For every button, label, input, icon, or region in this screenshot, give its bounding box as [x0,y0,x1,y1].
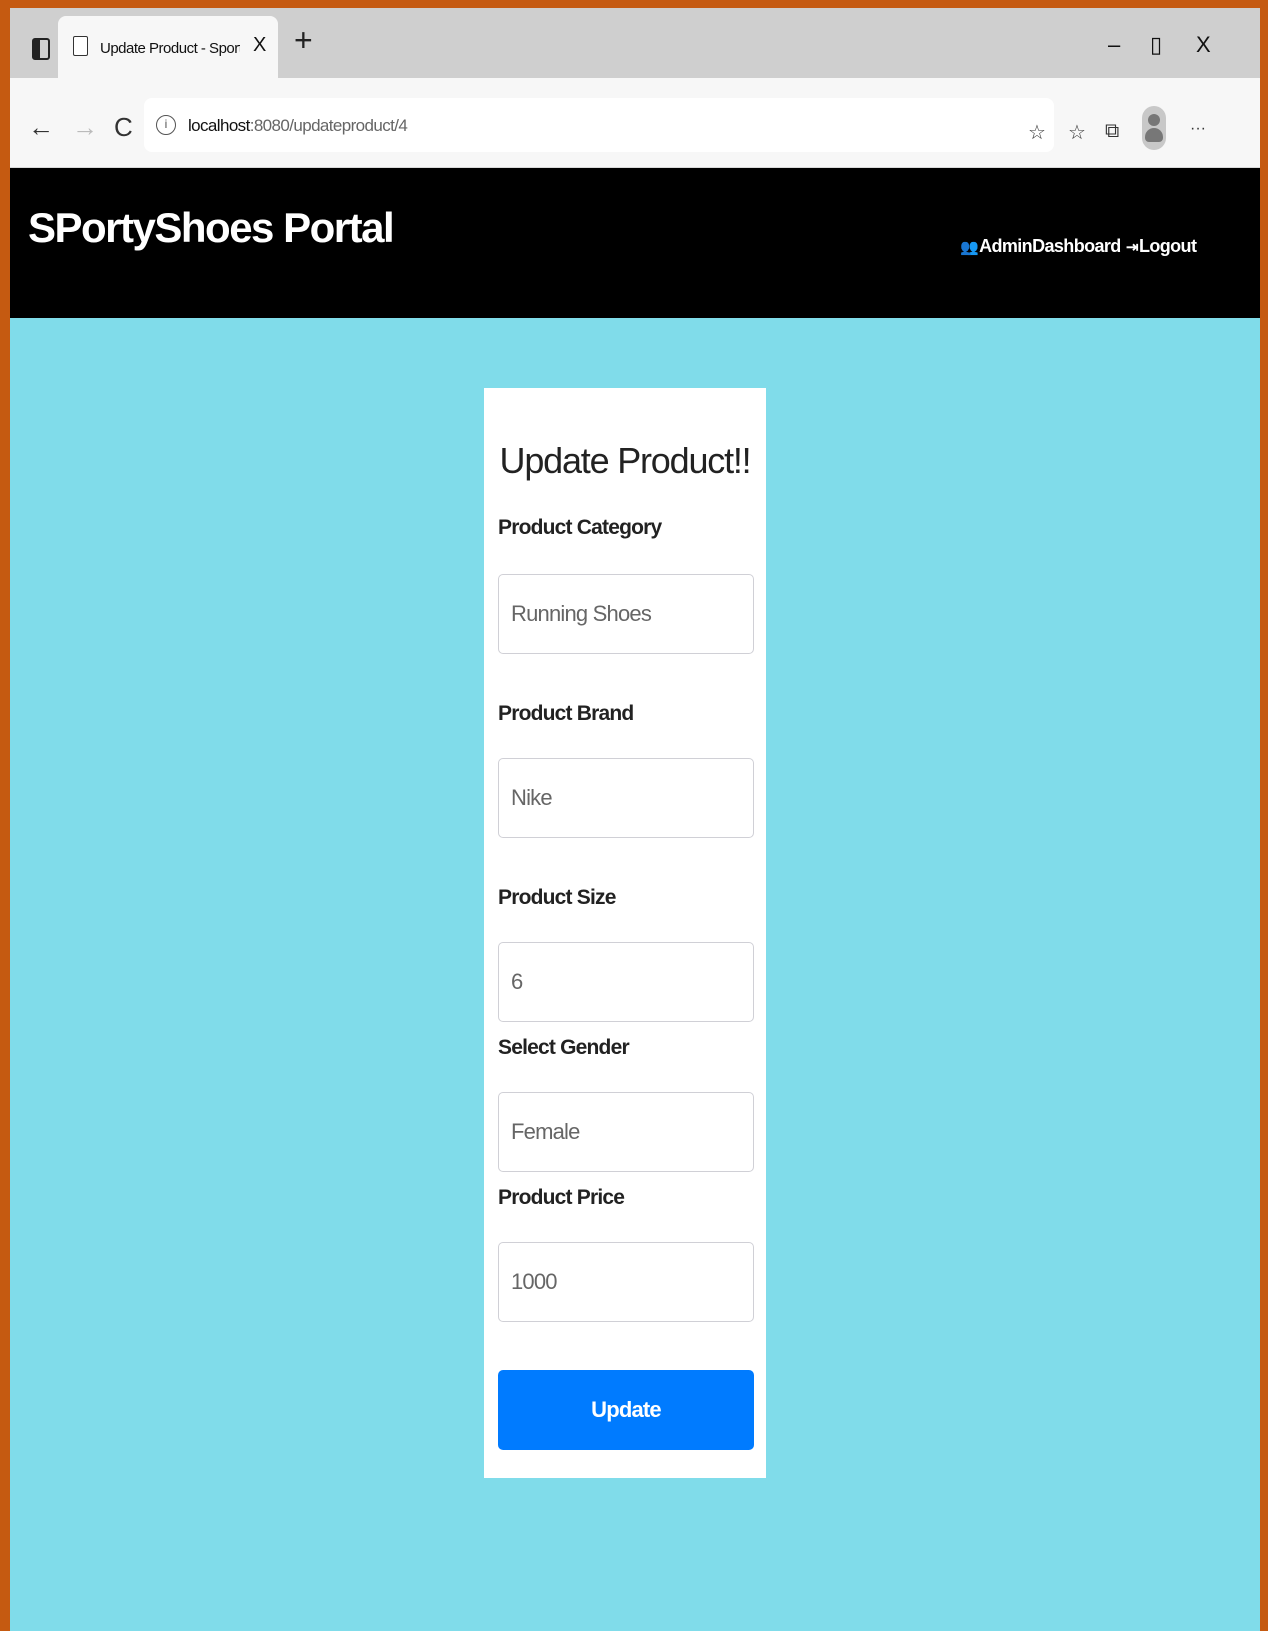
size-label: Product Size [498,886,616,909]
price-input[interactable] [498,1242,754,1322]
browser-tab[interactable]: Update Product - SportyShoes.co X [58,16,278,78]
restore-icon[interactable]: ▯ [1150,32,1162,58]
logout-link[interactable]: ⇥Logout [1126,236,1197,257]
admin-dashboard-label: AdminDashboard [979,236,1121,256]
tab-close-icon[interactable]: X [253,34,266,57]
more-icon[interactable]: ··· [1190,120,1206,138]
price-label: Product Price [498,1186,625,1209]
minimize-icon[interactable]: – [1108,32,1120,58]
tab-actions-icon[interactable] [32,38,50,60]
site-info-icon[interactable]: i [156,115,176,135]
update-product-card: Update Product!! Product Category Produc… [484,388,766,1478]
forward-icon[interactable]: → [72,112,98,143]
brand-title[interactable]: SPortyShoes Portal [28,204,395,252]
category-input[interactable] [498,574,754,654]
collections-icon[interactable]: ⧉ [1105,120,1119,143]
reload-icon[interactable]: C [114,112,133,143]
new-tab-icon[interactable]: + [294,22,313,59]
browser-toolbar: ← → C i localhost:8080/updateproduct/4 ☆… [10,78,1260,168]
size-input[interactable] [498,942,754,1022]
url-path: :8080/updateproduct/4 [249,116,408,135]
brand-input[interactable] [498,758,754,838]
url-text: localhost:8080/updateproduct/4 [188,116,408,136]
profile-avatar[interactable] [1142,106,1166,150]
users-icon: 👥 [960,239,979,256]
app-navbar: SPortyShoes Portal 👥AdminDashboard ⇥Logo… [10,168,1260,318]
window-close-icon[interactable]: X [1196,32,1211,58]
form-heading: Update Product!! [499,440,752,481]
gender-label: Select Gender [498,1036,630,1059]
tab-strip: Update Product - SportyShoes.co X + – ▯ … [10,8,1260,78]
add-favorite-icon[interactable]: ☆ [1028,120,1046,145]
url-host: localhost [188,116,250,135]
tab-title: Update Product - SportyShoes.co [100,40,240,57]
browser-window: Update Product - SportyShoes.co X + – ▯ … [10,8,1260,1631]
logout-label: Logout [1138,236,1197,256]
update-button[interactable]: Update [498,1370,754,1450]
gender-input[interactable] [498,1092,754,1172]
back-icon[interactable]: ← [28,112,54,143]
brand-label: Product Brand [498,702,634,725]
address-bar[interactable]: i localhost:8080/updateproduct/4 [144,98,1054,152]
favorites-icon[interactable]: ☆ [1068,120,1086,145]
logout-icon: ⇥ [1126,239,1139,256]
category-label: Product Category [498,516,662,539]
page-icon [73,36,88,56]
admin-dashboard-link[interactable]: 👥AdminDashboard [960,236,1121,257]
